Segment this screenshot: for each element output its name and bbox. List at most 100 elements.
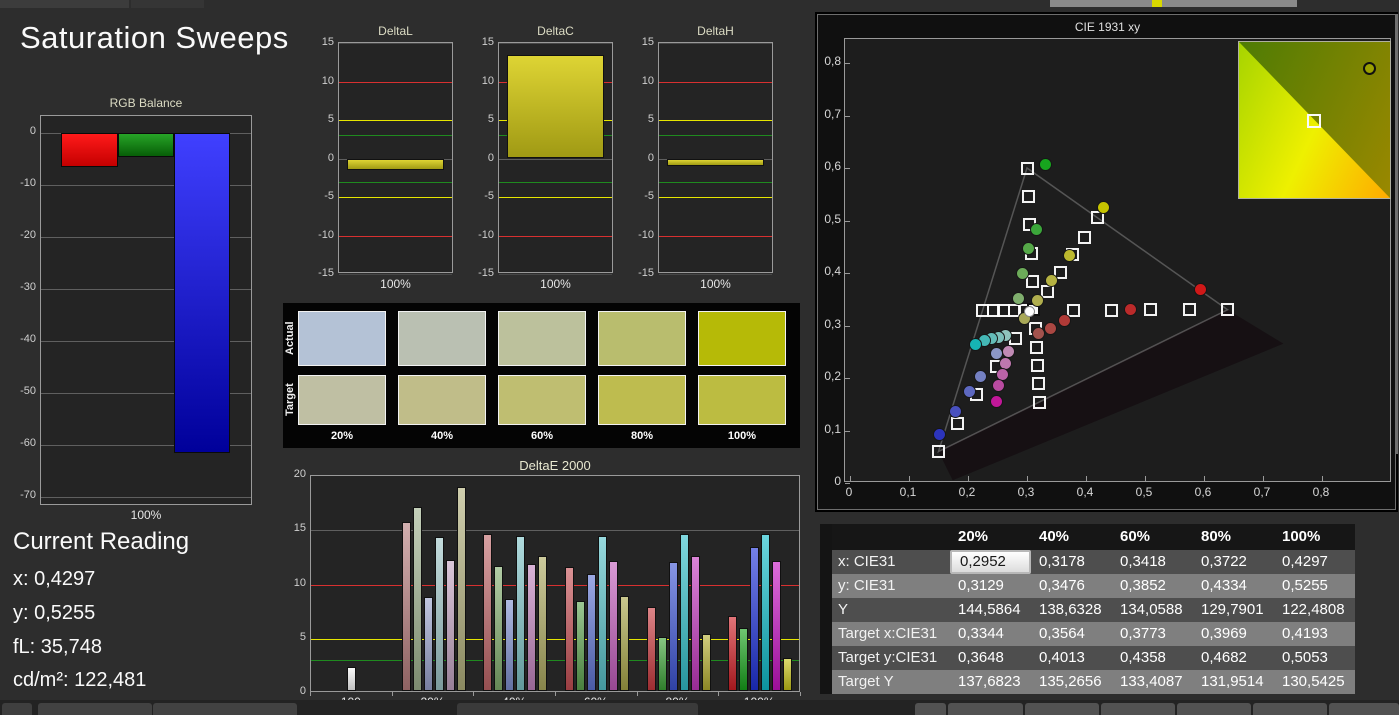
cie-y-tick	[845, 273, 850, 274]
table-cell[interactable]: 0,4334	[1193, 574, 1274, 598]
table-row-label: x: CIE31	[832, 550, 950, 574]
table-cell[interactable]: 0,3773	[1112, 622, 1193, 646]
deltae-limit-line	[311, 585, 799, 586]
cie-measured-point	[933, 428, 946, 441]
taskbar-segment-9[interactable]	[1177, 703, 1251, 715]
table-cell[interactable]: 0,3969	[1193, 622, 1274, 646]
cie-y-tick-label: 0,7	[818, 107, 841, 121]
deltae-bar	[527, 564, 536, 691]
cie-y-tick	[845, 116, 850, 117]
table-cell[interactable]: 130,5425	[1274, 670, 1355, 694]
deltae-bar	[669, 562, 678, 691]
rgb-balance-x-label: 100%	[40, 508, 252, 522]
delta-chart-title: DeltaH	[658, 24, 773, 38]
table-header-cell[interactable]: 60%	[1112, 524, 1193, 550]
delta-ytick: 5	[310, 113, 334, 125]
table-cell[interactable]: 0,3476	[1031, 574, 1112, 598]
table-row: Target Y137,6823135,2656133,4087131,9514…	[820, 670, 1355, 694]
table-cell[interactable]: 0,3648	[950, 646, 1031, 670]
rgb-ytick: -40	[8, 333, 36, 345]
table-cell[interactable]: 0,5053	[1274, 646, 1355, 670]
deltae-bar	[565, 567, 574, 691]
table-row-label: Target Y	[832, 670, 950, 694]
right-scrollbar[interactable]	[1395, 14, 1398, 454]
table-row-label: Y	[832, 598, 950, 622]
rgb-ytick: -30	[8, 281, 36, 293]
delta-ytick: 15	[310, 36, 334, 48]
delta-bar	[507, 55, 604, 159]
deltae-bar	[424, 597, 433, 691]
cie-y-tick	[845, 326, 850, 327]
cie-y-tick	[845, 168, 850, 169]
table-cell[interactable]: 0,3344	[950, 622, 1031, 646]
swatch-target-100%	[698, 375, 786, 425]
deltae-bar	[761, 534, 770, 691]
taskbar-segment-7[interactable]	[1025, 703, 1099, 715]
table-cell[interactable]: 0,4013	[1031, 646, 1112, 670]
table-cell[interactable]: 0,3178	[1031, 550, 1112, 574]
taskbar-segment-8[interactable]	[1101, 703, 1175, 715]
table-cell[interactable]: 0,3722	[1193, 550, 1274, 574]
cie-y-tick-label: 0,8	[818, 54, 841, 68]
cie-y-tick	[845, 221, 850, 222]
rgb-gridline	[41, 497, 251, 498]
table-cell[interactable]: 0,3129	[950, 574, 1031, 598]
delta-ytick: -15	[310, 267, 334, 279]
cie-measured-point	[1124, 303, 1137, 316]
deltae-ytick: 20	[282, 468, 306, 480]
delta-ytick: 5	[630, 113, 654, 125]
table-edge-cell	[820, 550, 832, 574]
cie-target-square	[1022, 190, 1035, 203]
table-cell-selected[interactable]: 0,2952	[950, 550, 1031, 574]
table-cell[interactable]: 0,4358	[1112, 646, 1193, 670]
delta-x-label: 100%	[498, 277, 613, 291]
table-header-cell[interactable]: 40%	[1031, 524, 1112, 550]
cie-y-tick-label: 0,6	[818, 159, 841, 173]
taskbar-segment-2[interactable]	[38, 703, 152, 715]
table-cell[interactable]: 131,9514	[1193, 670, 1274, 694]
table-cell[interactable]: 134,0588	[1112, 598, 1193, 622]
deltae-bar	[783, 658, 792, 691]
table-cell[interactable]: 138,6328	[1031, 598, 1112, 622]
rgb-bar-blue	[174, 133, 230, 453]
table-cell[interactable]: 133,4087	[1112, 670, 1193, 694]
deltae-bar	[435, 537, 444, 691]
delta-chart-deltal: DeltaL151050-5-10-15100%	[310, 24, 460, 299]
table-cell[interactable]: 135,2656	[1031, 670, 1112, 694]
deltae-ytick: 15	[282, 522, 306, 534]
taskbar-segment-11[interactable]	[1329, 703, 1399, 715]
table-cell[interactable]: 0,3564	[1031, 622, 1112, 646]
taskbar-segment-10[interactable]	[1253, 703, 1327, 715]
deltae-bar	[620, 596, 629, 691]
table-cell[interactable]: 122,4808	[1274, 598, 1355, 622]
table-cell[interactable]: 0,4193	[1274, 622, 1355, 646]
table-header-cell[interactable]: 100%	[1274, 524, 1355, 550]
taskbar-segment-5[interactable]	[915, 703, 946, 715]
taskbar-segment-4[interactable]	[457, 703, 698, 715]
taskbar-segment-6[interactable]	[948, 703, 1023, 715]
table-header-cell[interactable]: 20%	[950, 524, 1031, 550]
table-cell[interactable]: 0,4682	[1193, 646, 1274, 670]
taskbar-segment-3[interactable]	[153, 703, 297, 715]
table-cell[interactable]: 144,5864	[950, 598, 1031, 622]
delta-ytick: -5	[310, 190, 334, 202]
table-cell[interactable]: 0,4297	[1274, 550, 1355, 574]
deltae-bar	[538, 556, 547, 691]
table-header-cell[interactable]: 80%	[1193, 524, 1274, 550]
limit-line-green	[499, 182, 612, 183]
table-cell[interactable]: 0,3852	[1112, 574, 1193, 598]
cie-x-tick-label: 0,4	[1070, 485, 1100, 499]
table-cell[interactable]: 0,5255	[1274, 574, 1355, 598]
cie-y-tick	[845, 431, 850, 432]
deltae-bar	[691, 556, 700, 691]
table-cell[interactable]: 137,6823	[950, 670, 1031, 694]
cie-target-square	[1105, 304, 1118, 317]
table-cell[interactable]: 0,3418	[1112, 550, 1193, 574]
top-tab-2[interactable]	[131, 0, 204, 8]
reading-y: y: 0,5255	[13, 602, 95, 625]
top-tab-1[interactable]	[0, 0, 129, 8]
swatch-panel: ActualTarget20%40%60%80%100%	[283, 303, 800, 448]
taskbar-segment-1[interactable]	[2, 703, 32, 715]
table-row: y: CIE310,31290,34760,38520,43340,5255	[820, 574, 1355, 598]
table-cell[interactable]: 129,7901	[1193, 598, 1274, 622]
